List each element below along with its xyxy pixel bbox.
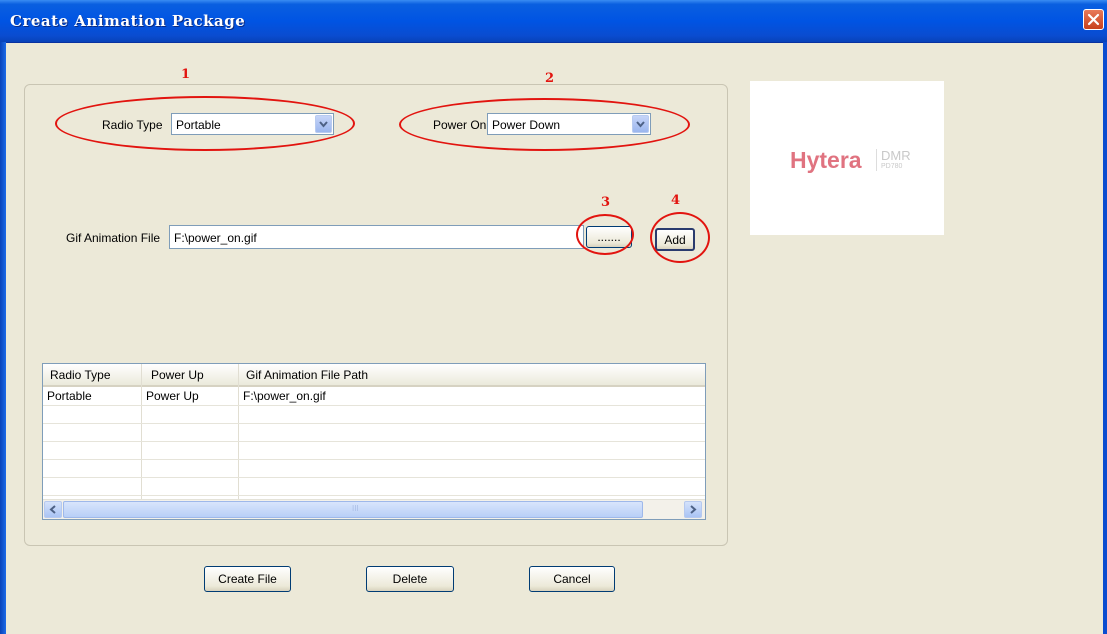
chevron-right-icon <box>690 505 697 514</box>
row-divider <box>43 459 705 460</box>
scroll-thumb[interactable]: III <box>63 501 643 518</box>
window-left-border <box>0 42 6 634</box>
gif-file-label: Gif Animation File <box>66 231 161 245</box>
row-divider <box>43 477 705 478</box>
window-right-border <box>1103 42 1107 634</box>
brand-logo-text: Hytera <box>790 147 862 173</box>
row-divider <box>43 405 705 406</box>
logo-model-text: PD780 <box>881 163 903 170</box>
annotation-oval-4 <box>650 212 710 263</box>
window-title: Create Animation Package <box>10 12 246 30</box>
annotation-oval-3 <box>576 214 634 255</box>
annotation-number-3: 3 <box>601 195 611 210</box>
create-file-button[interactable]: Create File <box>204 566 291 592</box>
annotation-oval-2 <box>399 98 690 151</box>
gif-file-value: F:\power_on.gif <box>174 231 257 245</box>
table-cell-radio-type[interactable]: Portable <box>47 389 92 403</box>
column-divider <box>238 364 239 499</box>
title-bar[interactable]: Create Animation Package <box>0 0 1107 43</box>
table-header: Radio Type Power Up Gif Animation File P… <box>43 364 705 387</box>
close-button[interactable] <box>1083 9 1104 30</box>
row-divider <box>43 441 705 442</box>
table-cell-file-path[interactable]: F:\power_on.gif <box>243 389 326 403</box>
annotation-number-1: 1 <box>181 67 191 82</box>
column-header-file-path[interactable]: Gif Animation File Path <box>246 368 368 382</box>
row-divider <box>43 495 705 496</box>
logo-divider <box>876 149 877 171</box>
column-divider <box>141 364 142 499</box>
annotation-oval-1 <box>55 96 355 151</box>
annotation-number-2: 2 <box>545 71 555 86</box>
column-header-power-up[interactable]: Power Up <box>151 368 204 382</box>
animation-table[interactable]: Radio Type Power Up Gif Animation File P… <box>42 363 706 520</box>
scroll-grip: III <box>352 504 359 513</box>
chevron-left-icon <box>49 505 56 514</box>
scroll-right-button[interactable] <box>684 501 702 518</box>
gif-file-input[interactable]: F:\power_on.gif <box>169 225 584 249</box>
table-cell-power-up[interactable]: Power Up <box>146 389 199 403</box>
product-logo-panel: Hytera DMR PD780 <box>750 81 944 235</box>
column-header-radio-type[interactable]: Radio Type <box>50 368 111 382</box>
close-icon <box>1087 13 1100 26</box>
logo-dmr-text: DMR <box>881 148 911 163</box>
scroll-left-button[interactable] <box>44 501 62 518</box>
horizontal-scrollbar[interactable]: III <box>43 499 705 519</box>
row-divider <box>43 423 705 424</box>
delete-button[interactable]: Delete <box>366 566 454 592</box>
cancel-button[interactable]: Cancel <box>529 566 615 592</box>
annotation-number-4: 4 <box>671 193 681 208</box>
